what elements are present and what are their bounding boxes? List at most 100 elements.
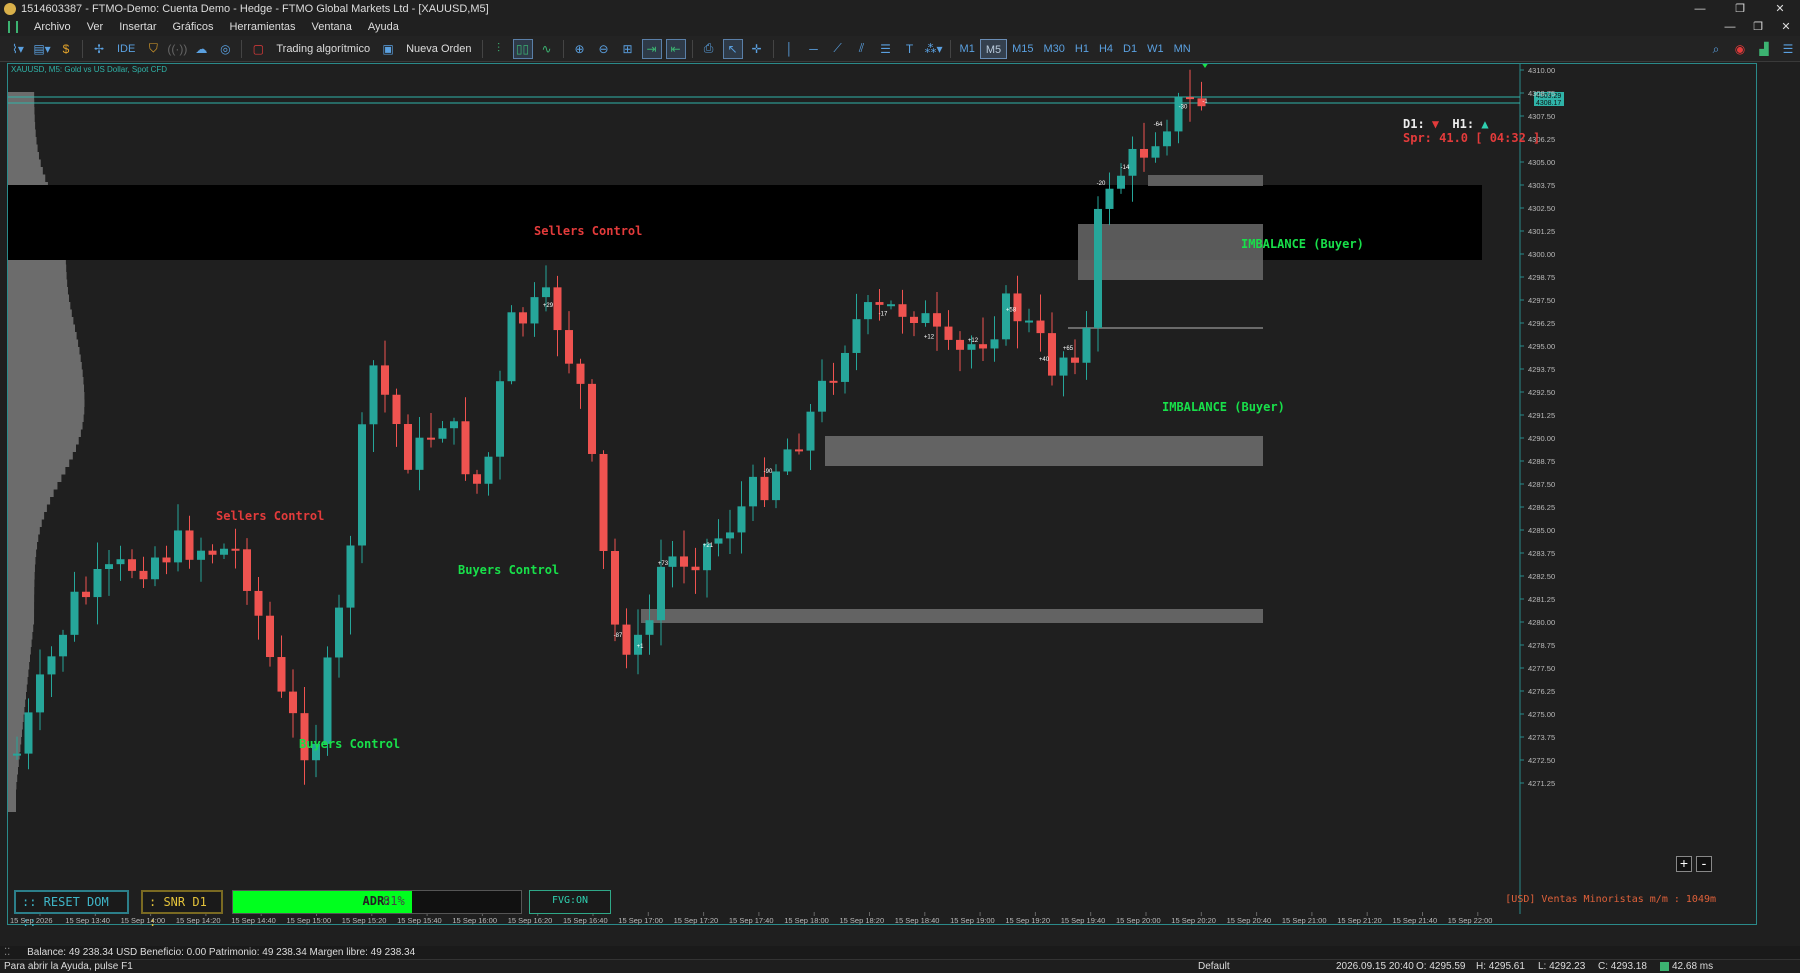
timeframe-m1[interactable]: M1 xyxy=(955,39,980,59)
chart-restore-button[interactable]: ❐ xyxy=(1744,18,1772,36)
ide-button[interactable]: IDE xyxy=(113,39,139,59)
chart-shift-icon[interactable]: ⇤ xyxy=(665,38,686,59)
timeframe-mn[interactable]: MN xyxy=(1169,39,1196,59)
zoom-out-icon[interactable]: ⊖ xyxy=(594,39,614,59)
menu-insertar[interactable]: Insertar xyxy=(111,18,164,36)
cursor-icon[interactable]: ↖ xyxy=(722,38,743,59)
tile-windows-icon[interactable]: ⊞ xyxy=(618,39,638,59)
time-tick-label: 15 Sep 20:40 xyxy=(1227,916,1272,925)
vertical-line-icon[interactable]: │ xyxy=(780,39,800,59)
timeframe-d1[interactable]: D1 xyxy=(1118,39,1142,59)
timeframe-h4[interactable]: H4 xyxy=(1094,39,1118,59)
horizontal-line-icon[interactable]: ─ xyxy=(804,39,824,59)
chart-close-button[interactable]: ✕ xyxy=(1772,18,1800,36)
auto-scroll-icon[interactable]: ⇥ xyxy=(641,38,662,59)
minimize-button[interactable]: — xyxy=(1680,0,1720,18)
candle-body xyxy=(576,363,585,384)
price-tick-label: 4271.25 xyxy=(1528,779,1555,788)
timeframe-m30[interactable]: M30 xyxy=(1039,39,1070,59)
strategy-tester-icon[interactable]: ✢ xyxy=(89,39,109,59)
new-order-button[interactable]: Nueva Orden xyxy=(402,39,475,59)
candle-body xyxy=(1140,148,1148,158)
price-tick-label: 4297.50 xyxy=(1528,296,1555,305)
account-icon[interactable]: ☰ xyxy=(1778,39,1798,59)
vps-icon[interactable]: ☁ xyxy=(191,39,211,59)
candle-body xyxy=(1117,175,1125,189)
templates-icon[interactable]: ▤▾ xyxy=(32,39,52,59)
price-chart[interactable]: 4309.29 4308.17 4310.00 4308.75 4307.50 4306.… xyxy=(7,63,1757,929)
reset-dom-button[interactable]: :: RESET DOM :: xyxy=(14,890,129,929)
candle-body xyxy=(59,634,67,657)
candle-body xyxy=(415,437,424,470)
price-tick-label: 4273.75 xyxy=(1528,733,1555,742)
algo-trading-button[interactable]: Trading algorítmico xyxy=(272,39,374,59)
candle-body xyxy=(657,566,665,621)
menu-graficos[interactable]: Gráficos xyxy=(165,18,222,36)
volume-profile-bar xyxy=(8,377,84,385)
line-chart-icon[interactable]: ∿ xyxy=(537,39,557,59)
volume-profile-bar xyxy=(8,774,18,782)
maximize-button[interactable]: ❐ xyxy=(1720,0,1760,18)
text-icon[interactable]: T xyxy=(900,39,920,59)
volume-profile-bar xyxy=(8,527,40,535)
crosshair-icon[interactable]: ✛ xyxy=(747,39,767,59)
timeframe-m5[interactable]: M5 xyxy=(979,38,1008,59)
time-tick-label: 15 Sep 14:20 xyxy=(176,916,221,925)
candle-delta-label: -90 xyxy=(764,469,773,475)
time-tick-label: 15 Sep 17:00 xyxy=(618,916,663,925)
candlestick-icon[interactable]: ▯▯ xyxy=(512,38,533,59)
adr-progress: ADR: 81% xyxy=(232,890,522,914)
trendline-icon[interactable]: ⟋ xyxy=(828,39,848,59)
menu-archivo[interactable]: Archivo xyxy=(26,18,79,36)
signal-strength-icon[interactable]: ▟ xyxy=(1754,39,1774,59)
timeframe-m15[interactable]: M15 xyxy=(1007,39,1038,59)
symbol-description: XAUUSD, M5: Gold vs US Dollar, Spot CFD xyxy=(11,65,168,74)
menu-ayuda[interactable]: Ayuda xyxy=(360,18,407,36)
h1-up-arrow-icon: ▲ xyxy=(1481,117,1489,131)
screenshot-icon[interactable]: ⎙ xyxy=(699,39,719,59)
time-tick-label: 15 Sep 18:00 xyxy=(784,916,829,925)
profile-name[interactable]: Default xyxy=(1198,960,1230,973)
volume-profile-bar xyxy=(8,294,70,302)
price-tick-label: 4308.75 xyxy=(1528,89,1555,98)
menu-ventana[interactable]: Ventana xyxy=(304,18,360,36)
candle-delta-label: -14 xyxy=(1121,165,1130,171)
volume-profile-bar xyxy=(8,497,51,505)
menu-herramientas[interactable]: Herramientas xyxy=(221,18,303,36)
time-tick-label: 15 Sep 15:40 xyxy=(397,916,442,925)
search-icon[interactable]: ⌕ xyxy=(1706,39,1726,59)
community-icon[interactable]: ◎ xyxy=(215,39,235,59)
price-tick-label: 4287.50 xyxy=(1528,480,1555,489)
fvg-toggle-button[interactable]: FVG:ON xyxy=(529,890,611,914)
candle-body xyxy=(1174,97,1183,132)
candle-body xyxy=(795,449,803,452)
chart-minimize-button[interactable]: — xyxy=(1716,18,1744,36)
signals-icon[interactable]: ((·)) xyxy=(167,39,187,59)
chart-zoom-in-button[interactable]: + xyxy=(1676,856,1692,872)
market-icon[interactable]: ⛉ xyxy=(143,39,163,59)
shapes-icon[interactable]: ⁂▾ xyxy=(924,39,944,59)
candle-body xyxy=(231,548,240,551)
fibonacci-icon[interactable]: ☰ xyxy=(876,39,896,59)
candle-body xyxy=(887,304,895,307)
menu-ver[interactable]: Ver xyxy=(79,18,112,36)
snr-d1-button[interactable]: : SNR D1 : xyxy=(141,890,223,929)
bar-chart-icon[interactable]: ⫶ xyxy=(489,39,509,59)
candle-delta-label: -20 xyxy=(1097,181,1106,187)
candle-body xyxy=(864,302,872,320)
zoom-in-icon[interactable]: ⊕ xyxy=(570,39,590,59)
notifications-icon[interactable]: ◉ xyxy=(1730,39,1750,59)
dollar-icon[interactable]: $ xyxy=(56,39,76,59)
chart-zoom-out-button[interactable]: - xyxy=(1696,856,1712,872)
volume-profile-bar xyxy=(8,744,21,752)
timeframe-h1[interactable]: H1 xyxy=(1070,39,1094,59)
imbalance-label-1: IMBALANCE (Buyer) xyxy=(1241,237,1364,251)
time-tick-label: 15 Sep 13:40 xyxy=(65,916,110,925)
new-order-icon: ▣ xyxy=(382,41,394,56)
h1-label: H1: xyxy=(1452,117,1475,131)
volume-profile-bar xyxy=(8,519,42,527)
close-button[interactable]: ✕ xyxy=(1760,0,1800,18)
timeframe-w1[interactable]: W1 xyxy=(1142,39,1169,59)
chart-type-icon[interactable]: ⌇▾ xyxy=(8,39,28,59)
channel-icon[interactable]: ⫽ xyxy=(852,39,872,59)
